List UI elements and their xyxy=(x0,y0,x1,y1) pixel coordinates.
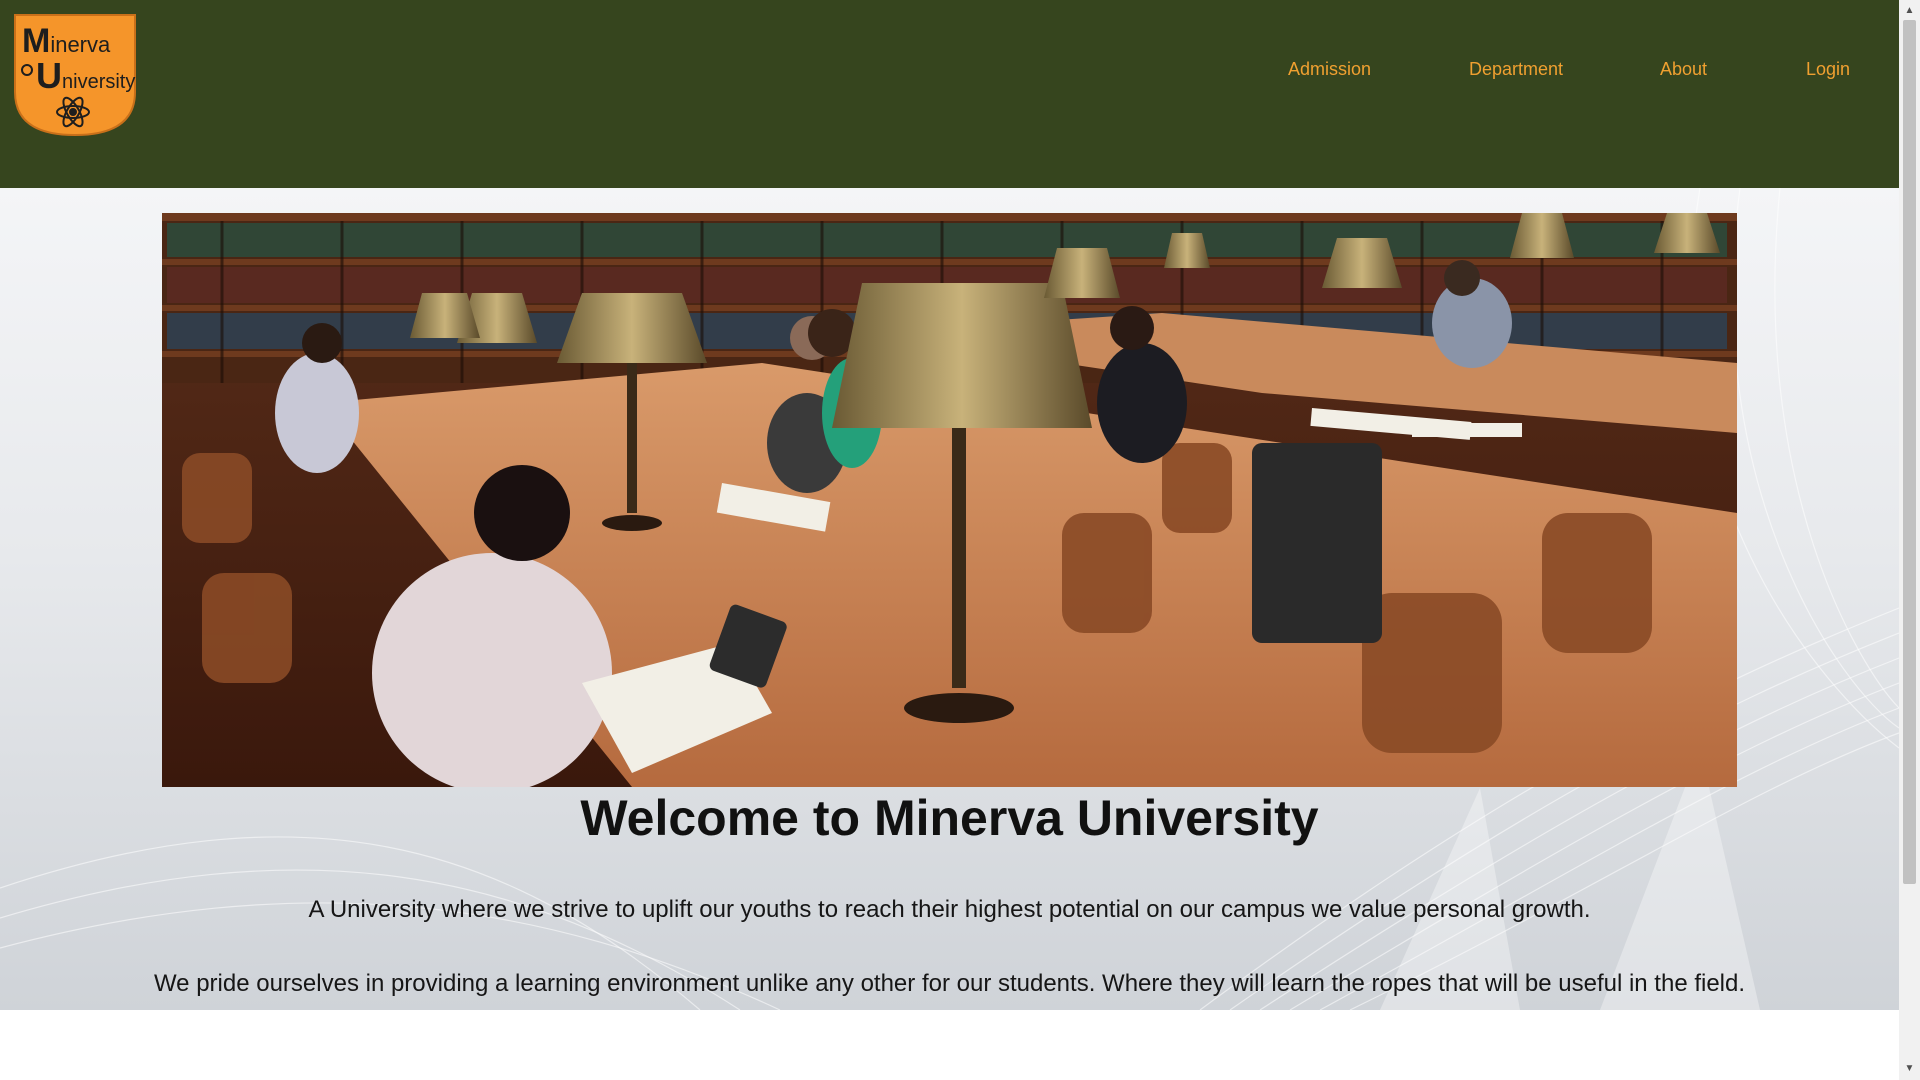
hero-section: Welcome to Minerva University A Universi… xyxy=(0,188,1899,1010)
scroll-up-arrow-icon[interactable]: ▲ xyxy=(1899,2,1920,20)
site-header: Minerva University Admission Department … xyxy=(0,0,1899,188)
intro-paragraph-1: A University where we strive to uplift o… xyxy=(308,896,1591,923)
library-photo-icon xyxy=(162,213,1737,787)
welcome-heading: Welcome to Minerva University xyxy=(580,790,1319,846)
page: Minerva University Admission Department … xyxy=(0,0,1920,1080)
atom-logo-icon: Minerva University xyxy=(14,14,136,137)
vertical-scrollbar[interactable]: ▲ ▼ xyxy=(1899,0,1920,1080)
scroll-down-arrow-icon[interactable]: ▼ xyxy=(1899,1060,1920,1078)
nav-admission[interactable]: Admission xyxy=(1288,59,1371,80)
nav-department[interactable]: Department xyxy=(1469,59,1563,80)
intro-paragraph-2: We pride ourselves in providing a learni… xyxy=(153,970,1746,997)
university-logo[interactable]: Minerva University xyxy=(12,12,138,138)
nav-login[interactable]: Login xyxy=(1806,59,1850,80)
library-reading-room-photo xyxy=(162,213,1737,787)
scrollbar-thumb[interactable] xyxy=(1903,20,1916,884)
nav-about[interactable]: About xyxy=(1660,59,1707,80)
